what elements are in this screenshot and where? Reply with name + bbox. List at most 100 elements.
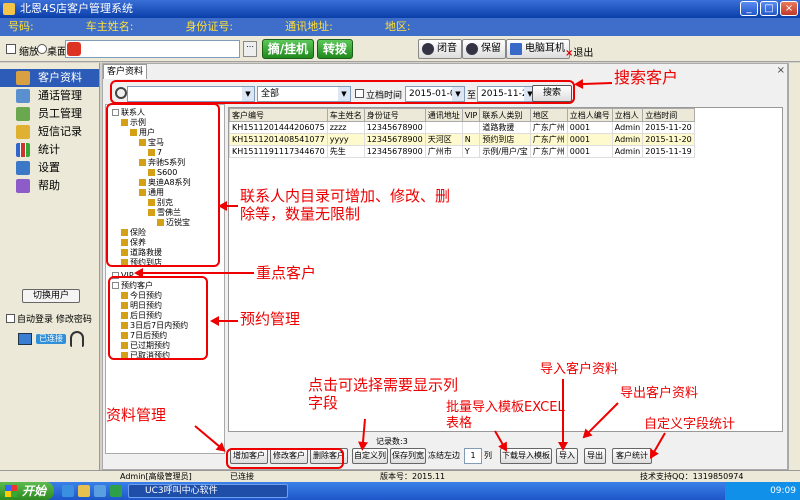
keypad-button[interactable]: ⋯ [243,41,257,57]
table-cell [424,121,463,134]
nav-sms-label: 短信记录 [38,125,82,138]
taskbar-app-button[interactable]: UC3呼叫中心软件 [128,484,288,498]
save-column-width-button[interactable]: 保存列宽 [390,448,426,464]
folder-icon[interactable] [78,485,90,497]
pc-headset-button[interactable]: 电脑耳机 [506,39,570,59]
column-header[interactable]: 立档人 [611,108,644,122]
arrow-appointment [212,320,238,322]
ie-icon[interactable] [62,485,74,497]
sms-icon [16,125,30,139]
export-button[interactable]: 导出 [584,448,606,464]
clock: 09:09 [770,486,796,496]
table-cell: 12345678900 [363,133,426,146]
window-controls: _ □ × [740,1,798,16]
connection-text: 已连接 [230,472,254,481]
chart-icon [16,143,30,157]
minimize-button[interactable]: _ [740,1,758,16]
hangup-button[interactable]: 摘/挂机 [262,39,314,59]
mute-button[interactable]: 闭音 [418,39,462,59]
column-header[interactable]: 立档时间 [642,108,695,122]
tab-customer[interactable]: 客户资料 [103,64,147,79]
column-header[interactable]: 地区 [529,108,568,122]
quicklaunch-icon[interactable] [110,485,122,497]
exit-button[interactable]: ×退出 [565,44,593,59]
nav-call[interactable]: 通话管理 [0,87,99,105]
table-cell: 2015-11-20 [642,133,695,146]
minimize-checkbox[interactable] [6,44,16,54]
column-header[interactable]: 身份证号 [363,108,426,122]
column-header[interactable]: 联系人类别 [479,108,531,122]
start-button[interactable]: 开始 [0,482,54,500]
change-password-link[interactable]: 修改密码 [56,315,92,325]
computer-icon [18,333,32,345]
id-number-label: 身份证号: [185,20,234,33]
column-header[interactable]: 客户编号 [229,108,328,122]
hold-button[interactable]: 保留 [462,39,506,59]
column-header[interactable]: 车主姓名 [326,108,365,122]
auto-login[interactable]: 自动登录 修改密码 [6,312,92,325]
microphone-icon [422,43,434,55]
headset-icon [70,331,84,347]
table-row[interactable]: KH1511201444206075 zzzz 12345678900 道路救援 广东广… [229,121,695,134]
app-icon [3,3,15,15]
settings-icon [16,161,30,175]
table-cell: zzzz [326,121,365,134]
annotation-batch: 批量导入模板EXCEL表格 [446,400,565,431]
annotation-import: 导入客户资料 [540,362,619,377]
table-cell: 广东广州 [529,133,568,146]
nav-staff-label: 员工管理 [38,107,82,120]
minimize-label: 缩放 [19,47,39,58]
table-cell: Admin [611,121,644,134]
computer-icon [510,43,522,55]
desktop-radio[interactable] [37,44,47,54]
column-header[interactable]: 立档人编号 [566,108,613,122]
nav-stats[interactable]: 统计 [0,141,99,159]
nav-sms[interactable]: 短信记录 [0,123,99,141]
vertical-scrollbar[interactable] [788,63,800,470]
table-cell: 12345678900 [363,121,426,134]
appointment-highlight-box [108,276,208,360]
table-cell: 预约到店 [479,133,531,146]
close-button[interactable]: × [780,1,798,16]
nav-help[interactable]: 帮助 [0,177,99,195]
table-cell: 先生 [326,145,365,158]
phone-icon [67,42,81,56]
nav-stats-label: 统计 [38,143,60,156]
switch-user-button[interactable]: 切换用户 [22,289,80,303]
freeze-columns-stepper[interactable]: 1 [464,448,482,464]
table-cell: 道路救援 [479,121,531,134]
version-text: 版本号：2015.11 [380,472,446,481]
table-row[interactable]: KH1511201408541077 yyyy 12345678900 天河区 N 预约到… [229,133,695,146]
annotation-stats: 自定义字段统计 [644,417,736,432]
phone-toolbar: 缩放 桌面 ⋯ 摘/挂机 转拨 闭音 保留 电脑耳机 ×退出 [0,36,800,62]
nav-staff[interactable]: 员工管理 [0,105,99,123]
nav-customer[interactable]: 客户资料 [0,69,99,87]
headphones-icon [466,43,478,55]
search-highlight-box [110,80,575,104]
column-header[interactable]: 通讯地址 [424,108,463,122]
auto-login-checkbox[interactable] [6,314,15,323]
status-bar: Admin[高级管理员] 已连接 版本号：2015.11 技术支持QQ：1319… [0,470,800,482]
close-tab-icon[interactable]: × [777,65,785,76]
table-cell: yyyy [326,133,365,146]
table-cell: 0001 [566,145,613,158]
column-header[interactable]: VIP [461,108,481,122]
media-icon[interactable] [94,485,106,497]
auto-login-label: 自动登录 [17,315,54,325]
table-cell: KH1511191117344670 [229,145,328,158]
table-row[interactable]: KH1511191117344670 先生 12345678900 广州市 Y 示例/用户… [229,145,695,158]
status-badge: 已连接 [36,334,66,344]
transfer-button[interactable]: 转拨 [317,39,353,59]
table-cell [461,121,481,134]
title-bar: 北恩4S店客户管理系统 _ □ × [0,0,800,18]
table-cell: 12345678900 [363,145,426,158]
table-cell: Admin [611,133,644,146]
annotation-search: 搜索客户 [614,68,679,87]
maximize-button[interactable]: □ [760,1,778,16]
phone-label: 号码: [8,20,34,33]
nav-settings[interactable]: 设置 [0,159,99,177]
region-label: 地区: [384,20,411,33]
table-cell: 0001 [566,133,613,146]
sidebar: 客户资料 通话管理 员工管理 短信记录 统计 设置 帮助 切换用户 自动登录 修… [0,63,100,470]
dial-input[interactable] [65,40,240,58]
